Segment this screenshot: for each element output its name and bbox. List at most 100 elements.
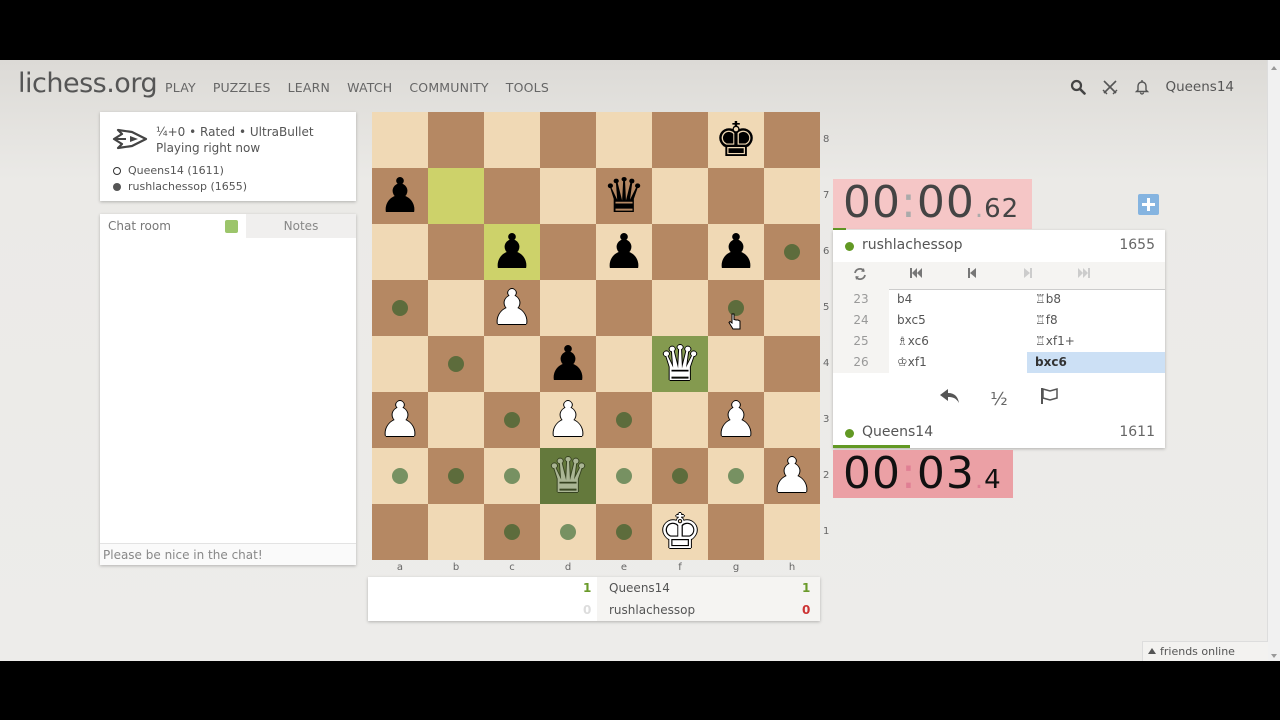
square-e1[interactable] bbox=[596, 504, 652, 560]
square-f1[interactable]: ♚ bbox=[652, 504, 708, 560]
square-h3[interactable] bbox=[764, 392, 820, 448]
square-g6[interactable]: ♟ bbox=[708, 224, 764, 280]
square-c4[interactable] bbox=[484, 336, 540, 392]
move-destination-dot[interactable] bbox=[616, 412, 632, 428]
square-c8[interactable] bbox=[484, 112, 540, 168]
square-e4[interactable] bbox=[596, 336, 652, 392]
nav-learn[interactable]: LEARN bbox=[288, 80, 330, 95]
black-pawn-icon[interactable]: ♟ bbox=[540, 336, 596, 392]
scrollbar[interactable] bbox=[1267, 60, 1280, 661]
square-d2[interactable]: ♛ bbox=[540, 448, 596, 504]
friends-online-toggle[interactable]: friends online bbox=[1142, 641, 1268, 661]
square-e5[interactable] bbox=[596, 280, 652, 336]
move-white[interactable]: ♗xc6 bbox=[889, 331, 1027, 352]
move-black[interactable]: bxc6 bbox=[1027, 352, 1165, 373]
square-e8[interactable] bbox=[596, 112, 652, 168]
move-destination-dot[interactable] bbox=[672, 468, 688, 484]
nav-play[interactable]: PLAY bbox=[165, 80, 196, 95]
flip-board-icon[interactable] bbox=[851, 267, 869, 283]
move-white[interactable]: ♔xf1 bbox=[889, 352, 1027, 373]
white-pawn-icon[interactable]: ♟ bbox=[372, 392, 428, 448]
square-e3[interactable] bbox=[596, 392, 652, 448]
square-f7[interactable] bbox=[652, 168, 708, 224]
tab-chat-room[interactable]: Chat room bbox=[100, 214, 246, 238]
square-b4[interactable] bbox=[428, 336, 484, 392]
square-a1[interactable] bbox=[372, 504, 428, 560]
square-c1[interactable] bbox=[484, 504, 540, 560]
square-b3[interactable] bbox=[428, 392, 484, 448]
square-g3[interactable]: ♟ bbox=[708, 392, 764, 448]
black-pawn-icon[interactable]: ♟ bbox=[372, 168, 428, 224]
square-e6[interactable]: ♟ bbox=[596, 224, 652, 280]
square-b8[interactable] bbox=[428, 112, 484, 168]
move-destination-dot[interactable] bbox=[504, 524, 520, 540]
move-destination-dot[interactable] bbox=[616, 468, 632, 484]
square-a4[interactable] bbox=[372, 336, 428, 392]
square-d4[interactable]: ♟ bbox=[540, 336, 596, 392]
move-black[interactable]: ♖f8 bbox=[1027, 310, 1165, 331]
black-pawn-icon[interactable]: ♟ bbox=[596, 224, 652, 280]
logo[interactable]: lichess.org bbox=[18, 68, 158, 99]
square-c6[interactable]: ♟ bbox=[484, 224, 540, 280]
square-c7[interactable] bbox=[484, 168, 540, 224]
square-a5[interactable] bbox=[372, 280, 428, 336]
square-h7[interactable] bbox=[764, 168, 820, 224]
white-king-icon[interactable]: ♚ bbox=[652, 504, 708, 560]
square-c3[interactable] bbox=[484, 392, 540, 448]
square-b5[interactable] bbox=[428, 280, 484, 336]
square-f4[interactable]: ♛ bbox=[652, 336, 708, 392]
square-g4[interactable] bbox=[708, 336, 764, 392]
move-destination-dot[interactable] bbox=[448, 468, 464, 484]
scroll-up-arrow-icon[interactable] bbox=[1271, 66, 1277, 70]
move-destination-dot[interactable] bbox=[784, 244, 800, 260]
move-destination-dot[interactable] bbox=[616, 524, 632, 540]
chat-input[interactable]: Please be nice in the chat! bbox=[100, 543, 356, 565]
square-h8[interactable] bbox=[764, 112, 820, 168]
square-a7[interactable]: ♟ bbox=[372, 168, 428, 224]
next-move-icon[interactable] bbox=[1019, 267, 1037, 283]
square-c2[interactable] bbox=[484, 448, 540, 504]
square-g8[interactable]: ♚ bbox=[708, 112, 764, 168]
move-destination-dot[interactable] bbox=[504, 468, 520, 484]
prev-move-icon[interactable] bbox=[963, 267, 981, 283]
square-f6[interactable] bbox=[652, 224, 708, 280]
black-player-info[interactable]: rushlachessop (1655) bbox=[113, 180, 247, 193]
move-white[interactable]: bxc5 bbox=[889, 310, 1027, 331]
square-g1[interactable] bbox=[708, 504, 764, 560]
user-menu[interactable]: Queens14 bbox=[1165, 79, 1234, 95]
move-destination-dot[interactable] bbox=[560, 524, 576, 540]
white-pawn-icon[interactable]: ♟ bbox=[540, 392, 596, 448]
square-d8[interactable] bbox=[540, 112, 596, 168]
square-e7[interactable]: ♛ bbox=[596, 168, 652, 224]
move-destination-dot[interactable] bbox=[728, 468, 744, 484]
black-pawn-icon[interactable]: ♟ bbox=[708, 224, 764, 280]
nav-puzzles[interactable]: PUZZLES bbox=[213, 80, 271, 95]
square-e2[interactable] bbox=[596, 448, 652, 504]
white-pawn-icon[interactable]: ♟ bbox=[484, 280, 540, 336]
white-pawn-icon[interactable]: ♟ bbox=[708, 392, 764, 448]
square-h5[interactable] bbox=[764, 280, 820, 336]
search-icon[interactable] bbox=[1069, 78, 1087, 96]
square-d3[interactable]: ♟ bbox=[540, 392, 596, 448]
crossed-swords-icon[interactable] bbox=[1101, 78, 1119, 96]
nav-tools[interactable]: TOOLS bbox=[506, 80, 549, 95]
square-c5[interactable]: ♟ bbox=[484, 280, 540, 336]
square-f2[interactable] bbox=[652, 448, 708, 504]
square-h2[interactable]: ♟ bbox=[764, 448, 820, 504]
add-time-button[interactable] bbox=[1138, 194, 1159, 215]
tab-notes[interactable]: Notes bbox=[246, 214, 356, 238]
square-f8[interactable] bbox=[652, 112, 708, 168]
player-name[interactable]: Queens14 bbox=[862, 424, 933, 440]
move-destination-dot[interactable] bbox=[504, 412, 520, 428]
chess-board[interactable]: ♚ ♟ ♛ ♟ ♟ ♟ ♟ ♟ ♛ ♟ ♟ ♟ ♛ ♟ ♚ bbox=[372, 112, 820, 560]
square-d1[interactable] bbox=[540, 504, 596, 560]
black-king-icon[interactable]: ♚ bbox=[708, 112, 764, 168]
move-destination-dot[interactable] bbox=[448, 356, 464, 372]
square-f3[interactable] bbox=[652, 392, 708, 448]
square-a6[interactable] bbox=[372, 224, 428, 280]
black-queen-icon[interactable]: ♛ bbox=[596, 168, 652, 224]
black-pawn-icon[interactable]: ♟ bbox=[484, 224, 540, 280]
square-a8[interactable] bbox=[372, 112, 428, 168]
square-b6[interactable] bbox=[428, 224, 484, 280]
scroll-down-arrow-icon[interactable] bbox=[1271, 654, 1277, 658]
